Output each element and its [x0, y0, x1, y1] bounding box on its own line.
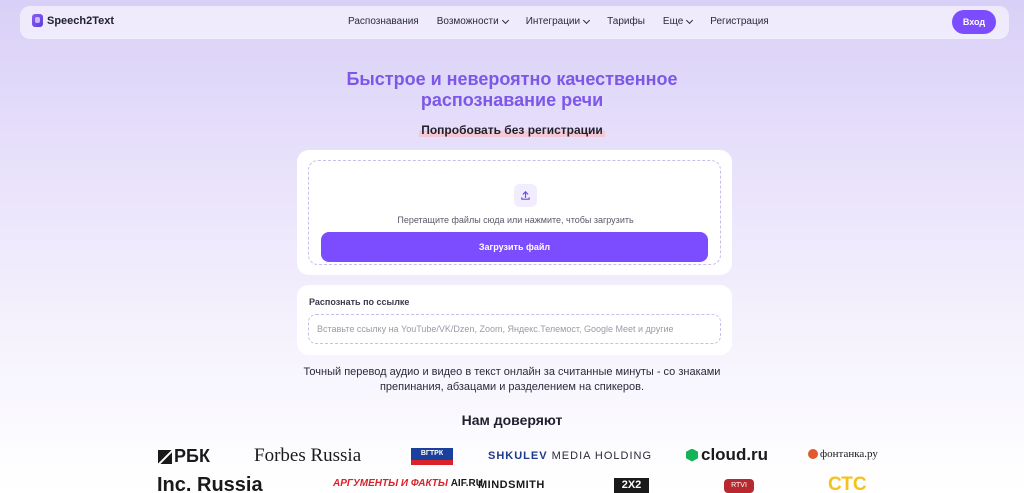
- forbes-russia-logo: Forbes Russia: [254, 445, 362, 466]
- hero-title-line1: Быстрое и невероятно качественное: [346, 69, 678, 89]
- chevron-down-icon: [686, 16, 694, 24]
- rbk-logo-text: РБК: [174, 446, 210, 466]
- inc-russia-logo: Inc. Russia: [157, 474, 263, 493]
- rbk-mark-icon: [158, 449, 172, 464]
- service-description: Точный перевод аудио и видео в текст онл…: [0, 365, 1024, 395]
- nav-item-label: Возможности: [436, 16, 499, 27]
- nav-item-register[interactable]: Регистрация: [710, 16, 768, 27]
- rtvi-logo: RTVI: [724, 479, 754, 493]
- upload-icon: [514, 184, 537, 207]
- trusted-by-title: Нам доверяют: [461, 412, 563, 428]
- media-link-input[interactable]: [308, 314, 721, 344]
- fontanka-logo: фонтанка.ру: [808, 448, 878, 460]
- nav-item-label: Регистрация: [710, 16, 769, 27]
- ctc-logo: СТС: [828, 474, 867, 493]
- link-recognition-card: Распознать по ссылке: [297, 285, 732, 355]
- nav-item-label: Еще: [662, 16, 684, 27]
- aif-logo-text: АРГУМЕНТЫ И ФАКТЫ: [333, 478, 448, 489]
- file-drop-zone[interactable]: Перетащите файлы сюда или нажмите, чтобы…: [308, 160, 721, 265]
- nav-item-more[interactable]: Еще: [662, 16, 694, 27]
- link-recognition-label: Распознать по ссылке: [309, 297, 410, 307]
- upload-file-button[interactable]: Загрузить файл: [321, 232, 708, 262]
- brand-logo[interactable]: Speech2Text: [32, 14, 114, 27]
- cloud-ru-logo-text: cloud.ru: [701, 445, 769, 464]
- 2x2-logo: 2X2: [614, 478, 649, 493]
- media-holding-text: MEDIA HOLDING: [547, 450, 653, 462]
- try-without-registration-label: Попробовать без регистрации: [0, 123, 1024, 137]
- hero-title-line2: распознавание речи: [420, 90, 604, 110]
- hero-title: Быстрое и невероятно качественное распоз…: [0, 69, 1024, 111]
- description-line2: препинания, абзацами и разделением на сп…: [379, 381, 645, 393]
- description-line1: Точный перевод аудио и видео в текст онл…: [303, 366, 721, 378]
- shkulev-media-holding-logo: SHKULEV MEDIA HOLDING: [488, 450, 652, 462]
- rbk-logo: РБК: [158, 446, 210, 467]
- nav-item-integrations[interactable]: Интеграции: [525, 16, 591, 27]
- drop-zone-text: Перетащите файлы сюда или нажмите, чтобы…: [397, 215, 634, 225]
- nav-item-pricing[interactable]: Тарифы: [607, 16, 645, 27]
- nav-item-features[interactable]: Возможности: [436, 16, 509, 27]
- fontanka-logo-text: фонтанка.ру: [820, 448, 878, 460]
- fontanka-mark-icon: [808, 449, 818, 459]
- chevron-down-icon: [501, 16, 509, 24]
- try-label-text: Попробовать без регистрации: [419, 123, 605, 137]
- brand-name: Speech2Text: [47, 14, 115, 27]
- mindsmith-logo: MINDSMITH: [478, 479, 545, 491]
- cloud-ru-logo: cloud.ru: [686, 445, 768, 465]
- nav-item-label: Распознавания: [348, 16, 419, 27]
- shkulev-logo-text: SHKULEV: [488, 450, 548, 462]
- cloud-ru-mark-icon: [686, 448, 698, 462]
- login-button[interactable]: Вход: [952, 10, 996, 34]
- vgtrk-logo: ВГТРК: [411, 448, 453, 465]
- speech2text-logo-icon: [32, 14, 43, 27]
- nav-item-label: Тарифы: [607, 16, 645, 27]
- main-nav: Распознавания Возможности Интеграции Тар…: [348, 16, 769, 27]
- chevron-down-icon: [583, 16, 591, 24]
- nav-item-recognitions[interactable]: Распознавания: [348, 16, 419, 27]
- aif-logo: АРГУМЕНТЫ И ФАКТЫ AIF.RU: [333, 478, 483, 489]
- nav-item-label: Интеграции: [525, 16, 581, 27]
- top-navbar: Speech2Text Распознавания Возможности Ин…: [20, 6, 1009, 39]
- upload-card: Перетащите файлы сюда или нажмите, чтобы…: [297, 150, 732, 275]
